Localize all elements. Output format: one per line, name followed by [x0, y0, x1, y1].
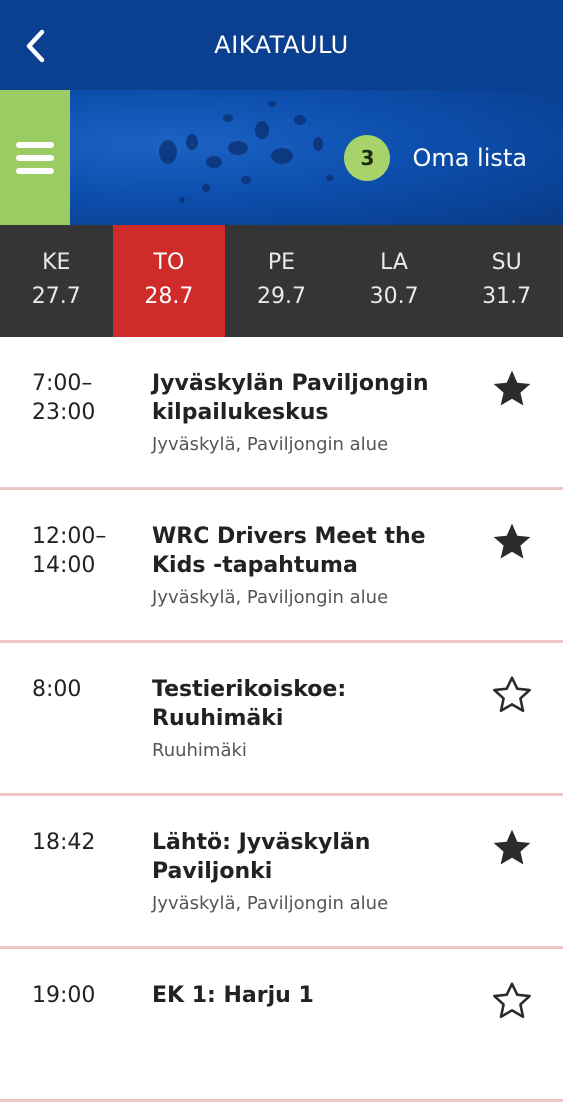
event-list: 7:00– 23:00 Jyväskylän Paviljongin kilpa… [0, 337, 563, 1102]
event-time: 18:42 [32, 828, 132, 857]
header-banner: 3 Oma lista [0, 90, 563, 225]
event-item[interactable]: 8:00 Testierikoiskoe: Ruuhimäki Ruuhimäk… [0, 643, 563, 796]
event-item[interactable]: 19:00 EK 1: Harju 1 [0, 949, 563, 1102]
event-title: Jyväskylän Paviljongin kilpailukeskus [152, 369, 452, 427]
event-title-line: Testierikoiskoe: [152, 677, 347, 702]
event-time-end: 14:00 [32, 553, 96, 578]
star-filled-icon[interactable] [490, 826, 534, 870]
event-time: 19:00 [32, 981, 132, 1010]
event-time: 7:00– 23:00 [32, 369, 132, 427]
event-location: Jyväskylä, Paviljongin alue [152, 587, 389, 608]
day-selector: KE 27.7 TO 28.7 PE 29.7 LA 30.7 SU 31.7 [0, 225, 563, 337]
event-title: EK 1: Harju 1 [152, 981, 452, 1010]
event-item[interactable]: 12:00– 14:00 WRC Drivers Meet the Kids -… [0, 490, 563, 643]
day-date: 31.7 [482, 284, 532, 309]
day-name: LA [380, 250, 408, 275]
menu-button[interactable] [0, 90, 70, 225]
day-name: TO [153, 250, 185, 275]
day-name: SU [491, 250, 522, 275]
my-list-count-badge: 3 [344, 135, 391, 181]
day-date: 27.7 [31, 284, 81, 309]
day-name: KE [42, 250, 71, 275]
event-title-line: kilpailukeskus [152, 400, 329, 425]
day-date: 28.7 [144, 284, 194, 309]
day-tab-su[interactable]: SU 31.7 [450, 225, 563, 337]
event-time-start: 12:00– [32, 524, 107, 549]
day-tab-ke[interactable]: KE 27.7 [0, 225, 113, 337]
event-time-end: 23:00 [32, 400, 96, 425]
day-date: 29.7 [256, 284, 306, 309]
event-time-start: 18:42 [32, 830, 96, 855]
my-list-label: Oma lista [412, 144, 527, 172]
event-title-line: Jyväskylän Paviljongin [152, 371, 429, 396]
top-app-bar: AIKATAULU [0, 0, 563, 90]
event-title-line: Ruuhimäki [152, 706, 284, 731]
event-item[interactable]: 18:42 Lähtö: Jyväskylän Paviljonki Jyväs… [0, 796, 563, 949]
hamburger-menu-icon [16, 141, 54, 174]
day-tab-to[interactable]: TO 28.7 [112, 225, 226, 337]
star-filled-icon[interactable] [490, 520, 534, 564]
event-time: 12:00– 14:00 [32, 522, 132, 580]
event-time-start: 8:00 [32, 677, 82, 702]
event-time: 8:00 [32, 675, 132, 704]
day-tab-la[interactable]: LA 30.7 [338, 225, 451, 337]
day-tab-pe[interactable]: PE 29.7 [225, 225, 338, 337]
event-title-line: Paviljonki [152, 859, 273, 884]
event-location: Jyväskylä, Paviljongin alue [152, 434, 389, 455]
day-date: 30.7 [369, 284, 419, 309]
day-name: PE [267, 250, 296, 275]
event-title: Lähtö: Jyväskylän Paviljonki [152, 828, 452, 886]
page-title: AIKATAULU [214, 31, 349, 59]
chevron-left-icon [26, 29, 45, 63]
back-button[interactable] [18, 26, 52, 66]
event-location: Ruuhimäki [152, 740, 247, 761]
event-title-line: WRC Drivers Meet the [152, 524, 426, 549]
event-title-line: EK 1: Harju 1 [152, 983, 314, 1008]
star-filled-icon[interactable] [490, 367, 534, 411]
star-outline-icon[interactable] [490, 673, 534, 717]
event-title-line: Lähtö: Jyväskylän [152, 830, 371, 855]
event-time-start: 19:00 [32, 983, 96, 1008]
event-time-start: 7:00– [32, 371, 93, 396]
event-title-line: Kids -tapahtuma [152, 553, 358, 578]
event-item[interactable]: 7:00– 23:00 Jyväskylän Paviljongin kilpa… [0, 337, 563, 490]
my-list-button[interactable]: 3 Oma lista [344, 135, 527, 181]
event-location: Jyväskylä, Paviljongin alue [152, 893, 389, 914]
event-title: Testierikoiskoe: Ruuhimäki [152, 675, 452, 733]
star-outline-icon[interactable] [490, 979, 534, 1023]
event-title: WRC Drivers Meet the Kids -tapahtuma [152, 522, 452, 580]
